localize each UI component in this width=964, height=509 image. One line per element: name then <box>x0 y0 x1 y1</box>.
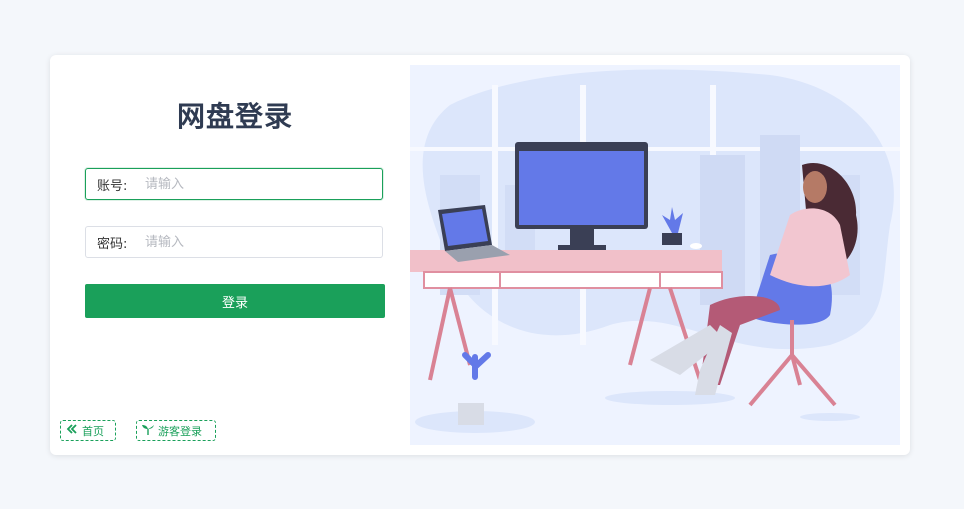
account-input[interactable] <box>143 175 382 193</box>
account-field[interactable]: 账号: <box>85 168 383 200</box>
double-chevron-left-icon <box>66 424 78 437</box>
account-label: 账号: <box>97 178 128 194</box>
page-title: 网盘登录 <box>176 100 293 133</box>
home-link[interactable]: 首页 <box>60 420 116 441</box>
password-input[interactable] <box>143 233 382 251</box>
home-link-label: 首页 <box>82 424 104 438</box>
password-field[interactable]: 密码: <box>85 226 383 258</box>
workspace-illustration <box>410 65 900 445</box>
guest-link-label: 游客登录 <box>158 424 202 438</box>
sprout-icon <box>142 424 154 438</box>
password-label: 密码: <box>97 236 128 252</box>
login-button[interactable]: 登录 <box>85 284 385 318</box>
guest-login-link[interactable]: 游客登录 <box>136 420 216 441</box>
login-card: 网盘登录 账号: 密码: 登录 首页 游客登录 <box>50 55 910 455</box>
